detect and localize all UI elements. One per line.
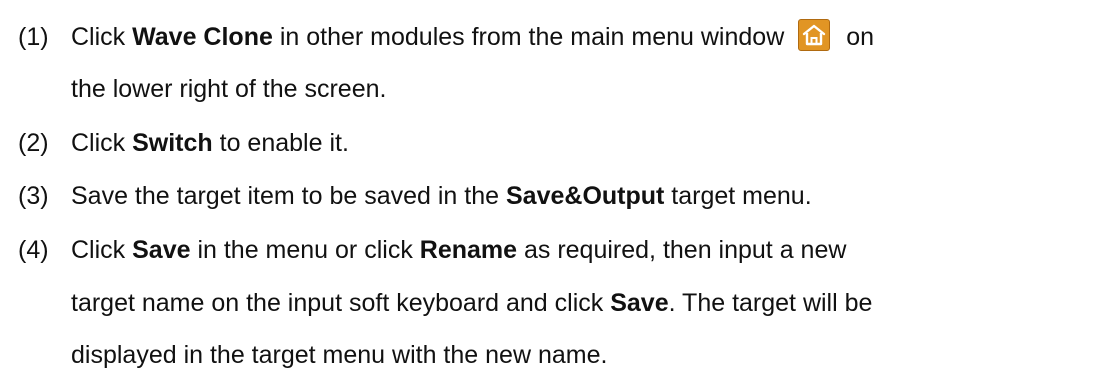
ui-term-rename: Rename: [419, 236, 518, 264]
step-text: . The target will be: [668, 289, 873, 317]
step-text: Click: [71, 23, 133, 51]
step-text: on: [846, 23, 875, 51]
step-number: (2): [18, 129, 49, 157]
home-icon: [798, 19, 831, 51]
ui-term-wave-clone: Wave Clone: [132, 23, 273, 51]
step-number: (1): [18, 23, 49, 51]
step-1: (1) Click Wave Clone in other modules fro…: [18, 19, 874, 52]
step-text: target menu.: [664, 182, 812, 210]
step-number: (4): [18, 236, 49, 264]
step-4-continuation-2: displayed in the target menu with the ne…: [18, 340, 607, 370]
step-text: Click: [71, 236, 133, 264]
step-text: Click: [71, 129, 133, 157]
step-text: displayed in the target menu with the ne…: [71, 341, 608, 369]
ui-term-save: Save: [610, 289, 669, 317]
step-1-continuation: the lower right of the screen.: [18, 74, 386, 104]
step-text: in the menu or click: [190, 236, 420, 264]
step-4-continuation-1: target name on the input soft keyboard a…: [18, 288, 872, 318]
step-text: the lower right of the screen.: [71, 75, 387, 103]
step-2: (2) Click Switch to enable it.: [18, 128, 349, 158]
step-3: (3) Save the target item to be saved in t…: [18, 181, 812, 211]
ui-term-save-output: Save&Output: [506, 182, 665, 210]
step-4: (4) Click Save in the menu or click Renam…: [18, 235, 846, 265]
step-text: in other modules from the main menu wind…: [272, 23, 785, 51]
step-text: as required, then input a new: [517, 236, 847, 264]
step-text: target name on the input soft keyboard a…: [71, 289, 611, 317]
step-text: Save the target item to be saved in the: [71, 182, 506, 210]
step-number: (3): [18, 182, 49, 210]
ui-term-save: Save: [132, 236, 191, 264]
step-text: to enable it.: [212, 129, 349, 157]
ui-term-switch: Switch: [132, 129, 213, 157]
